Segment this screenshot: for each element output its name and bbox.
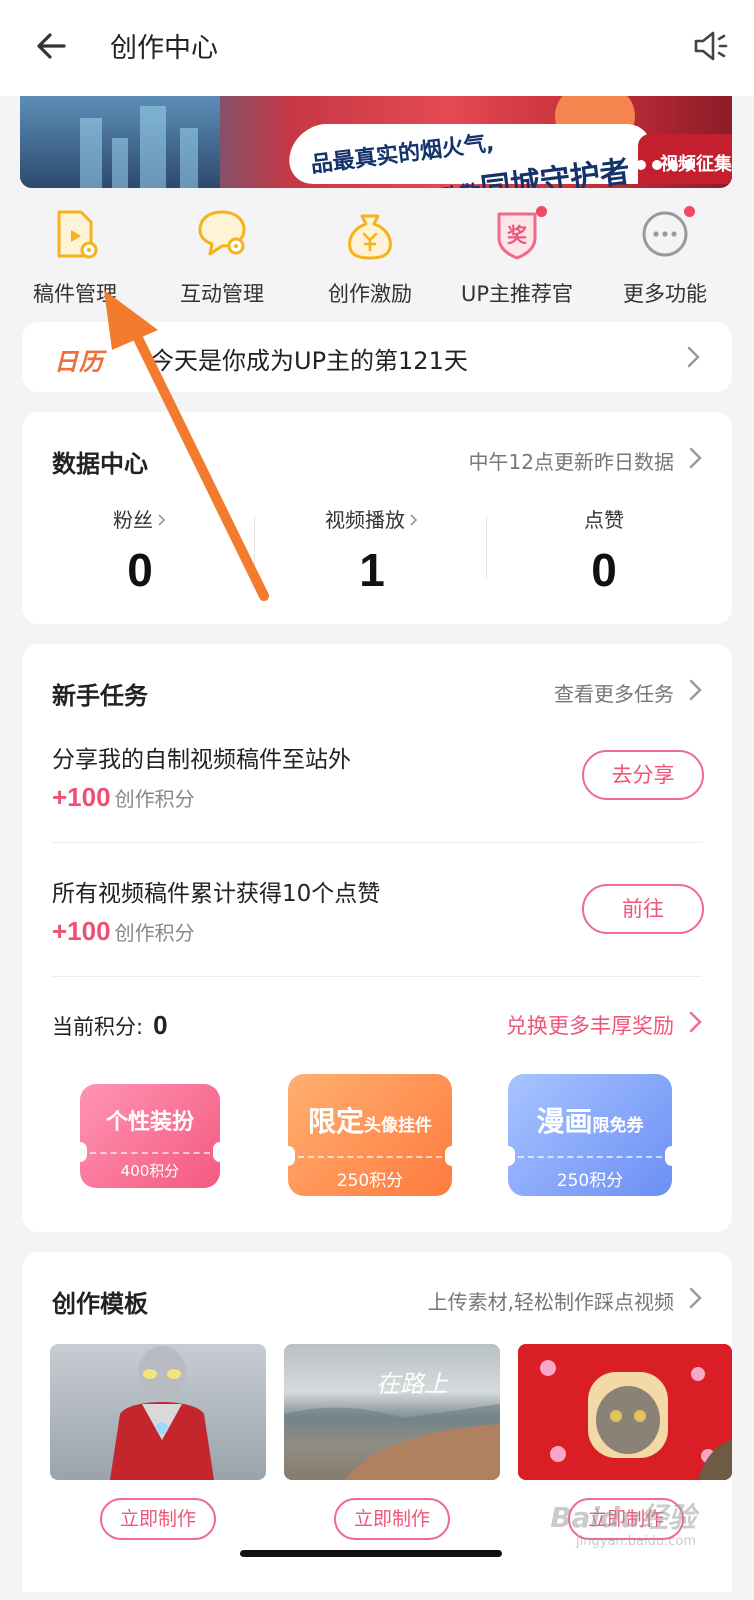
thumb-caption: 在路上	[376, 1370, 449, 1398]
coupon-title-small: 限免券	[592, 1116, 644, 1136]
chevron-right-icon[interactable]	[688, 1010, 704, 1034]
banner-slogan-prefix: 致敬	[438, 181, 483, 188]
func-label: UP主推荐官	[460, 282, 574, 306]
stat-likes: 点赞 0	[486, 504, 722, 597]
coupon-title-small: 头像挂件	[364, 1116, 432, 1136]
page-title: 创作中心	[110, 33, 218, 64]
calendar-logo: 日历	[54, 348, 104, 376]
template-thumbnail-cat[interactable]	[518, 1344, 732, 1480]
stat-value: 0	[591, 544, 617, 596]
cat-image	[518, 1344, 732, 1480]
data-center-subtitle[interactable]: 中午12点更新昨日数据	[469, 446, 674, 475]
func-manuscript-management[interactable]: 稿件管理	[0, 200, 150, 308]
chevron-right-icon	[410, 514, 418, 526]
banner-pagination-dots	[636, 160, 694, 170]
money-bag-icon	[348, 214, 392, 260]
stat-video-plays[interactable]: 视频播放 1	[254, 504, 490, 597]
watermark-sub: jingyan.baidu.com	[576, 1534, 696, 1549]
templates-subtitle[interactable]: 上传素材,轻松制作踩点视频	[428, 1286, 674, 1315]
chevron-right-icon[interactable]	[688, 446, 704, 470]
divider	[52, 842, 702, 843]
data-center-card: 数据中心 中午12点更新昨日数据 粉丝 0 视频播放 1 点赞 0	[22, 412, 732, 624]
coupon-cost: 250积分	[336, 1171, 404, 1191]
make-now-button[interactable]: 立即制作	[334, 1498, 450, 1540]
current-points: 当前积分: 0	[52, 1010, 168, 1041]
tasks-more-link[interactable]: 查看更多任务	[554, 678, 674, 707]
calendar-text: 今天是你成为UP主的第121天	[150, 347, 468, 375]
coupon-title: 限定头像挂件	[288, 1100, 452, 1140]
make-now-button[interactable]: 立即制作	[100, 1498, 216, 1540]
task-title: 分享我的自制视频稿件至站外	[52, 747, 351, 773]
coupon-title-main: 限定	[307, 1105, 364, 1138]
svg-text:奖: 奖	[507, 223, 528, 247]
promo-banner[interactable]: 品最真实的烟火气, 致敬同城守护者 视频征集	[20, 96, 732, 188]
top-bar: 创作中心	[0, 0, 754, 96]
func-more[interactable]: 更多功能	[590, 200, 740, 308]
interaction-icon	[198, 210, 246, 256]
function-row: 稿件管理 互动管理 创作激励 奖 UP主推荐官 更多功能	[0, 200, 754, 310]
func-interaction-management[interactable]: 互动管理	[147, 200, 297, 308]
current-points-value: 0	[153, 1010, 168, 1040]
points-unit: 创作积分	[114, 787, 195, 811]
func-up-recommender[interactable]: 奖 UP主推荐官	[442, 200, 592, 308]
chevron-right-icon	[687, 346, 700, 368]
newbie-tasks-card: 新手任务 查看更多任务 分享我的自制视频稿件至站外 +100 创作积分 去分享 所…	[22, 644, 732, 1232]
task-points: +100 创作积分	[52, 916, 195, 947]
stat-label: 粉丝	[113, 508, 153, 532]
coupon-avatar-pendant[interactable]: 限定头像挂件 250积分	[288, 1074, 452, 1196]
data-center-title: 数据中心	[52, 450, 148, 478]
badge-dot	[684, 206, 695, 217]
banner-cityscape	[20, 96, 220, 188]
coupon-costume[interactable]: 个性装扮 400积分	[80, 1084, 220, 1188]
tasks-title: 新手任务	[52, 682, 148, 710]
func-label: 创作激励	[328, 282, 412, 306]
func-label: 更多功能	[623, 282, 707, 306]
share-button[interactable]: 去分享	[582, 750, 704, 800]
template-thumbnail-on-the-road[interactable]: 在路上	[284, 1344, 500, 1480]
points-unit: 创作积分	[114, 921, 195, 945]
redeem-rewards-link[interactable]: 兑换更多丰厚奖励	[506, 1010, 674, 1040]
coupon-title: 个性装扮	[105, 1110, 194, 1135]
coupon-title: 漫画限免券	[508, 1100, 672, 1140]
watermark: Baidu经验 jingyan.baidu.com	[550, 1496, 696, 1549]
stat-label: 点赞	[584, 508, 624, 532]
func-creation-incentive[interactable]: 创作激励	[295, 200, 445, 308]
calendar-card[interactable]: 日历 今天是你成为UP主的第121天	[22, 322, 732, 392]
stat-label: 视频播放	[325, 508, 405, 532]
func-label: 互动管理	[180, 282, 264, 306]
coupon-comic[interactable]: 漫画限免券 250积分	[508, 1074, 672, 1196]
current-points-label: 当前积分:	[52, 1015, 144, 1039]
points-value: +100	[52, 916, 111, 946]
divider	[52, 976, 702, 977]
stat-value: 0	[127, 544, 153, 596]
task-points: +100 创作积分	[52, 782, 195, 813]
banner-tag: 视频征集	[638, 134, 732, 184]
home-indicator[interactable]	[240, 1550, 502, 1557]
template-thumbnail-hero[interactable]	[50, 1344, 266, 1480]
task-title: 所有视频稿件累计获得10个点赞	[52, 881, 381, 907]
manuscript-icon	[57, 210, 98, 259]
back-arrow-icon[interactable]	[30, 24, 74, 68]
chevron-right-icon[interactable]	[688, 678, 704, 702]
landscape-image: 在路上	[284, 1370, 500, 1480]
coupon-title-main: 漫画	[536, 1105, 593, 1138]
coupon-cost: 400积分	[120, 1162, 180, 1180]
chevron-right-icon[interactable]	[688, 1286, 704, 1310]
go-button[interactable]: 前往	[582, 884, 704, 934]
hero-figure-image	[110, 1346, 214, 1480]
chevron-right-icon	[158, 514, 166, 526]
watermark-text: Baidu经验	[550, 1501, 696, 1534]
points-value: +100	[52, 782, 111, 812]
stat-fans[interactable]: 粉丝 0	[22, 504, 258, 597]
badge-dot	[536, 206, 547, 217]
templates-title: 创作模板	[52, 1290, 148, 1318]
coupon-cost: 250积分	[556, 1171, 624, 1191]
func-label: 稿件管理	[33, 282, 117, 306]
stat-value: 1	[359, 544, 385, 596]
speaker-icon[interactable]	[688, 24, 732, 68]
